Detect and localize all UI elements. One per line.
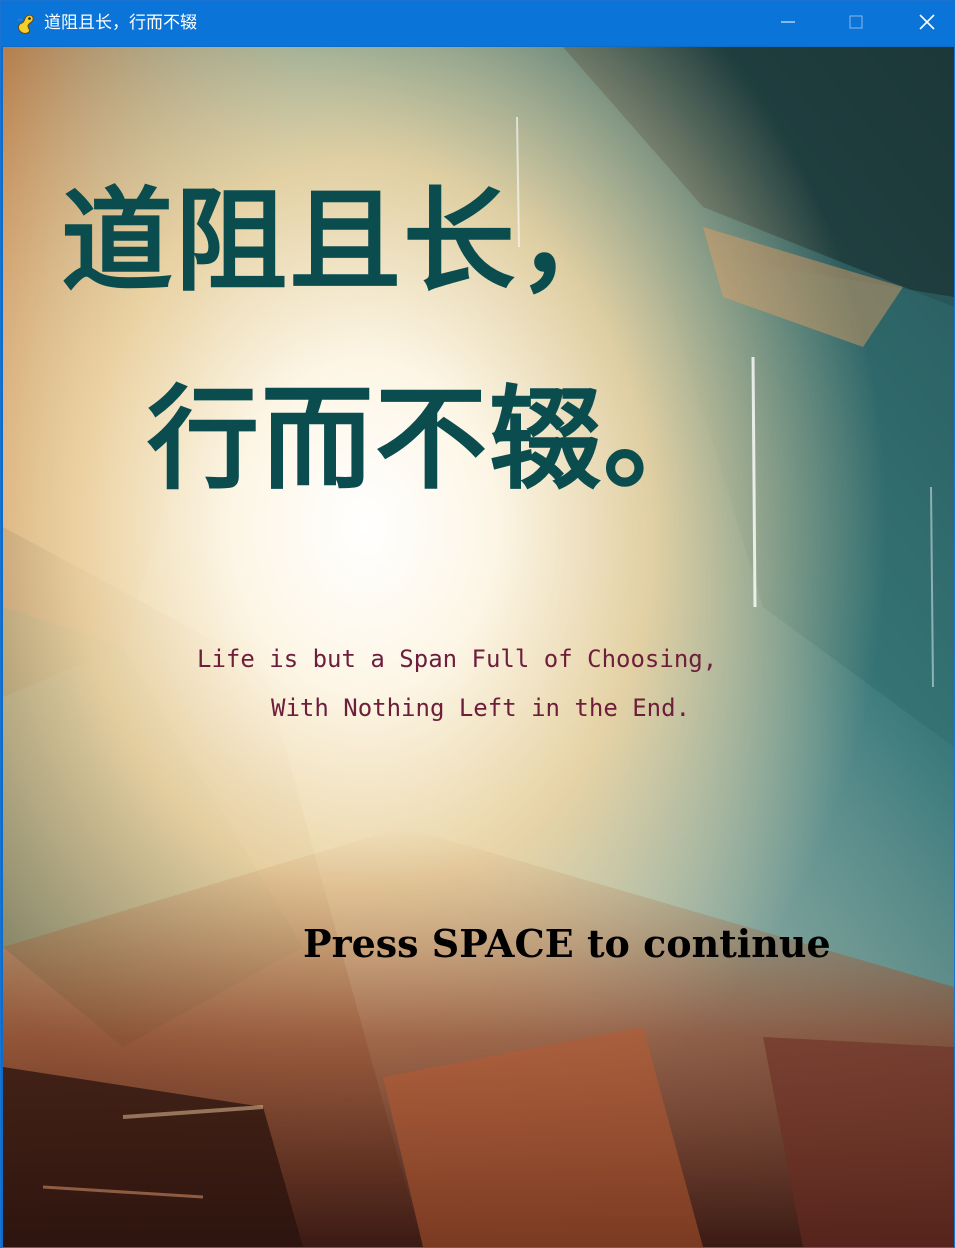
minimize-icon bbox=[780, 14, 796, 34]
subtitle-line-2: With Nothing Left in the End. bbox=[271, 694, 691, 722]
subtitle-line-1: Life is but a Span Full of Choosing, bbox=[197, 645, 718, 673]
title-bar[interactable]: 道阻且长，行而不辍 bbox=[1, 1, 955, 46]
game-title-line-2: 行而不辍。 bbox=[147, 374, 717, 505]
press-space-prompt: Press SPACE to continue bbox=[303, 921, 831, 966]
window-title: 道阻且长，行而不辍 bbox=[44, 13, 197, 33]
minimize-button[interactable] bbox=[765, 1, 811, 46]
pygame-snake-icon bbox=[15, 12, 37, 34]
maximize-icon bbox=[848, 14, 864, 34]
app-window: 道阻且长，行而不辍 道阻且长， 行而不辍。 Life is but a Span… bbox=[0, 0, 955, 1248]
close-button[interactable] bbox=[904, 1, 950, 46]
game-canvas[interactable]: 道阻且长， 行而不辍。 Life is but a Span Full of C… bbox=[3, 47, 954, 1247]
game-title-line-1: 道阻且长， bbox=[61, 176, 631, 307]
maximize-button[interactable] bbox=[833, 1, 879, 46]
close-icon bbox=[918, 13, 936, 35]
